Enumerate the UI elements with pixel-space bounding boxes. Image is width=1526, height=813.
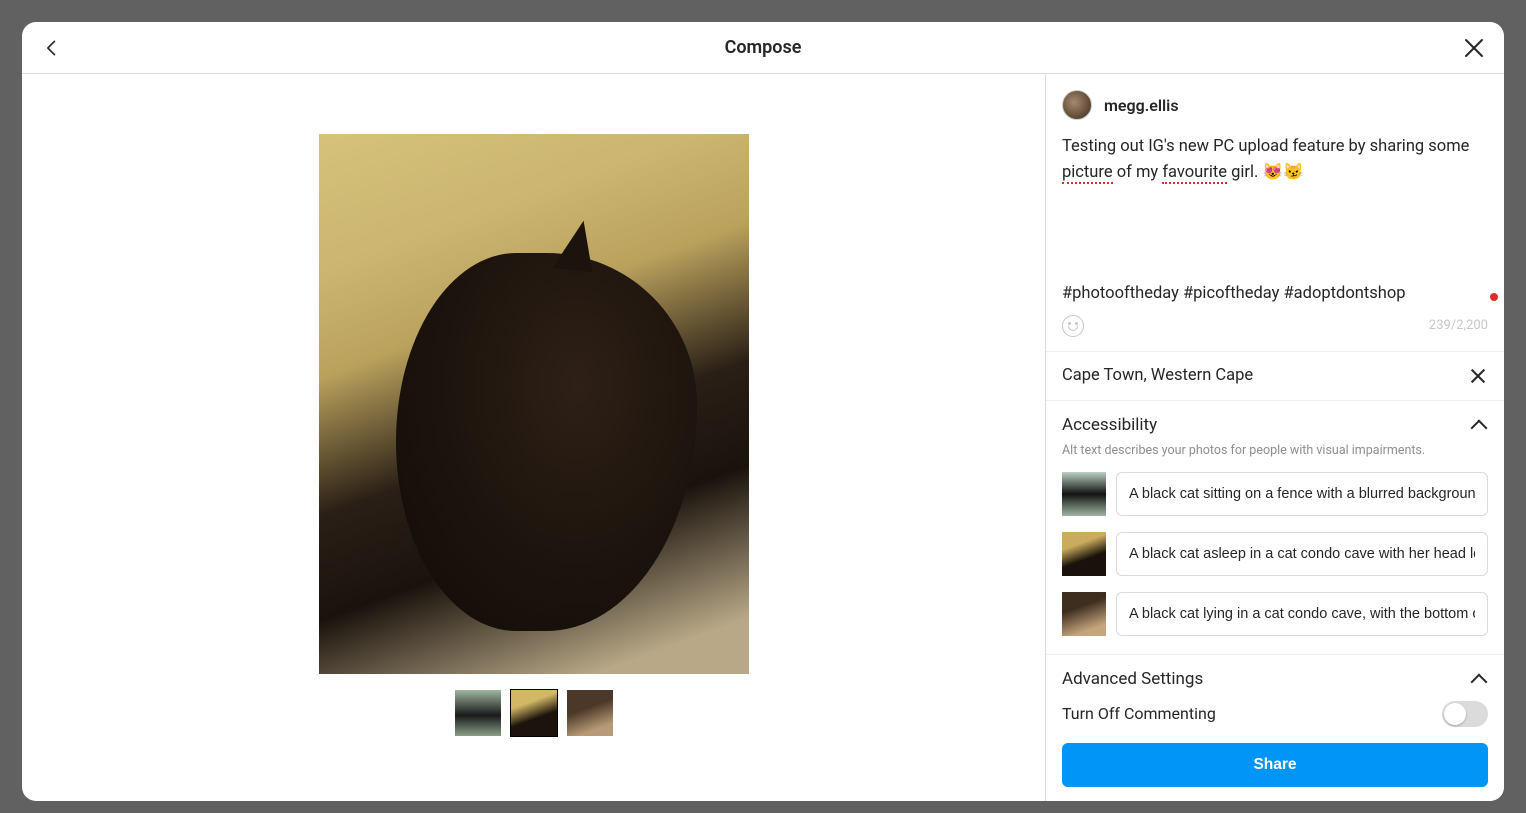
compose-modal: Compose megg.ellis Te xyxy=(22,22,1504,801)
alt-row-3 xyxy=(1046,588,1504,648)
user-row: megg.ellis xyxy=(1046,74,1504,126)
preview-pane xyxy=(22,74,1046,801)
commenting-toggle[interactable] xyxy=(1442,701,1488,727)
chevron-up-icon xyxy=(1470,416,1488,434)
spellcheck-word: favourite xyxy=(1162,163,1227,184)
thumbnail-1[interactable] xyxy=(455,690,501,736)
error-indicator-icon xyxy=(1490,293,1498,301)
share-wrap: Share xyxy=(1046,733,1504,801)
commenting-toggle-row: Turn Off Commenting xyxy=(1046,697,1504,733)
advanced-title: Advanced Settings xyxy=(1062,669,1203,689)
thumbnail-strip xyxy=(455,690,613,736)
modal-title: Compose xyxy=(725,37,802,58)
caption-hashtags: #photooftheday #picoftheday #adoptdontsh… xyxy=(1062,281,1488,307)
location-value: Cape Town, Western Cape xyxy=(1062,366,1253,385)
alt-row-2 xyxy=(1046,528,1504,588)
alt-thumb-1 xyxy=(1062,472,1106,516)
share-button[interactable]: Share xyxy=(1062,743,1488,787)
chevron-left-icon xyxy=(42,38,62,58)
thumbnail-2[interactable] xyxy=(511,690,557,736)
advanced-header[interactable]: Advanced Settings xyxy=(1046,655,1504,697)
location-row[interactable]: Cape Town, Western Cape xyxy=(1046,352,1504,401)
accessibility-title: Accessibility xyxy=(1062,415,1157,435)
accessibility-header[interactable]: Accessibility xyxy=(1046,401,1504,443)
spellcheck-word: picture xyxy=(1062,163,1113,184)
alt-thumb-3 xyxy=(1062,592,1106,636)
main-preview-image xyxy=(319,134,749,674)
alt-text-input-3[interactable] xyxy=(1116,592,1488,636)
emoji-picker-icon[interactable] xyxy=(1062,315,1084,337)
avatar xyxy=(1062,90,1092,120)
alt-row-1 xyxy=(1046,468,1504,528)
close-icon xyxy=(1462,36,1486,60)
caption-footer: 239/2,200 xyxy=(1046,307,1504,352)
back-button[interactable] xyxy=(38,34,66,62)
alt-text-input-1[interactable] xyxy=(1116,472,1488,516)
username: megg.ellis xyxy=(1104,96,1179,115)
side-panel: megg.ellis Testing out IG's new PC uploa… xyxy=(1046,74,1504,801)
alt-text-input-2[interactable] xyxy=(1116,532,1488,576)
close-button[interactable] xyxy=(1460,34,1488,62)
chevron-up-icon xyxy=(1470,670,1488,688)
char-counter: 239/2,200 xyxy=(1429,318,1488,333)
modal-body: megg.ellis Testing out IG's new PC uploa… xyxy=(22,74,1504,801)
accessibility-help: Alt text describes your photos for peopl… xyxy=(1046,443,1504,468)
advanced-section: Advanced Settings Turn Off Commenting xyxy=(1046,654,1504,733)
modal-header: Compose xyxy=(22,22,1504,74)
clear-location-icon[interactable] xyxy=(1468,366,1488,386)
side-scroll[interactable]: megg.ellis Testing out IG's new PC uploa… xyxy=(1046,74,1504,733)
commenting-label: Turn Off Commenting xyxy=(1062,704,1216,723)
thumbnail-3[interactable] xyxy=(567,690,613,736)
alt-thumb-2 xyxy=(1062,532,1106,576)
caption-textarea[interactable]: Testing out IG's new PC upload feature b… xyxy=(1046,126,1504,307)
